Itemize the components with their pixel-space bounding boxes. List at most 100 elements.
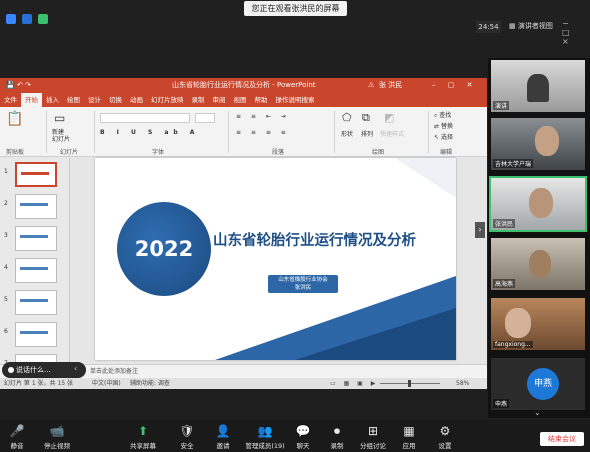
quick-style-button[interactable]: 快速样式 (380, 129, 404, 138)
participant-tile[interactable]: 高海燕 (491, 238, 585, 290)
view-mode-icons[interactable]: ▭ ▦ ▣ ▶ (330, 378, 378, 389)
participant-tile[interactable]: fangxiong... (491, 298, 585, 350)
year-circle: 2022 (117, 202, 211, 296)
arrange-button[interactable]: 排列 (361, 129, 373, 138)
slide-org-name: 山东省橡胶行业协会 (278, 277, 328, 283)
thumbnail-number: 3 (4, 232, 8, 239)
new-slide-icon[interactable]: ▭ (54, 111, 65, 125)
ppt-menu-item[interactable]: 录制 (188, 93, 209, 107)
replace-icon: ⇄ (434, 123, 441, 130)
shape-button[interactable]: 形状 (341, 129, 353, 138)
slide-canvas[interactable]: 2022 山东省轮胎行业运行情况及分析 山东省橡胶行业协会 张洪民 (95, 158, 456, 360)
slide-title: 山东省轮胎行业运行情况及分析 (213, 233, 416, 249)
participant-video-column: 演讲 吉林大学户瑞 张洪民 高海燕 fangxiong... 申燕 申燕 ⌄ (488, 58, 590, 418)
microphone-icon: 🎤 (9, 424, 25, 438)
quick-style-icon[interactable]: ◩ (384, 111, 394, 124)
participant-video (527, 74, 549, 102)
participant-tile[interactable]: 申燕 申燕 (491, 358, 585, 410)
arrange-icon[interactable]: ⧉ (362, 111, 370, 125)
shield-icon[interactable] (22, 14, 32, 24)
meeting-top-bar: 您正在观看张洪民的屏幕 24:54 ▦ 演讲者视图 − □ × (0, 0, 590, 46)
shield-icon: 🛡 (179, 424, 195, 438)
record-button[interactable]: ⏺ 录制 (320, 422, 354, 450)
share-screen-button[interactable]: ⬆ 共享屏幕 (126, 422, 160, 450)
participant-tile[interactable]: 演讲 (491, 60, 585, 112)
group-slides: 幻灯片 (60, 149, 79, 156)
ppt-title-bar: 💾 ↶ ↷ 山东省轮胎行业运行情况及分析 - PowerPoint ⚠ 张 洪民… (0, 78, 487, 93)
ppt-menu-item[interactable]: 视图 (230, 93, 251, 107)
end-meeting-button[interactable]: 结束会议 (540, 432, 584, 446)
chat-button[interactable]: 💬 聊天 (286, 422, 320, 450)
breakout-rooms-button[interactable]: ⊞ 分组讨论 (356, 422, 390, 450)
slide-thumbnail[interactable] (15, 226, 57, 251)
zoom-level[interactable]: 58% (456, 378, 469, 389)
screen-share-banner: 您正在观看张洪民的屏幕 (244, 1, 347, 16)
slide-thumbnail[interactable] (15, 258, 57, 283)
thumbnail-content (21, 172, 49, 175)
slide-thumbnail[interactable] (15, 194, 57, 219)
participant-name: 张洪民 (493, 219, 516, 228)
group-clipboard: 剪贴板 (6, 149, 25, 156)
notes-placeholder: 单击此处添加备注 (90, 368, 139, 375)
slide-thumbnail[interactable] (15, 162, 57, 187)
stop-video-button[interactable]: 📹 停止视频 (40, 422, 74, 450)
ppt-menu-item[interactable]: 文件 (0, 93, 21, 107)
thumbnail-number: 4 (4, 264, 8, 271)
security-button[interactable]: 🛡 安全 (170, 422, 204, 450)
ppt-menu-item[interactable]: 切换 (105, 93, 126, 107)
shape-icon[interactable]: ⬠ (342, 111, 352, 124)
zoom-slider-thumb[interactable] (408, 380, 411, 387)
settings-button[interactable]: ⚙ 设置 (428, 422, 462, 450)
info-icon[interactable] (6, 14, 16, 24)
group-paragraph: 段落 (272, 149, 285, 156)
select-button[interactable]: ↖ 选择 (434, 132, 453, 141)
participants-button[interactable]: 👥 管理成员(19) (242, 422, 288, 450)
language-indicator[interactable]: 中文(中国) (92, 378, 121, 389)
font-family-select[interactable] (100, 113, 190, 123)
participant-video (535, 126, 559, 156)
find-button[interactable]: ⌕ 查找 (434, 110, 451, 120)
font-style-buttons[interactable]: B I U S ab A (100, 129, 199, 136)
ppt-menu-item[interactable]: 动画 (126, 93, 147, 107)
mute-button[interactable]: 🎤 静音 (0, 422, 34, 450)
thumbnail-content (20, 267, 48, 270)
people-icon: 👥 (257, 424, 273, 438)
ppt-menu-item[interactable]: 设计 (84, 93, 105, 107)
apps-button[interactable]: ▦ 应用 (392, 422, 426, 450)
ppt-menu-item[interactable]: 帮助 (251, 93, 272, 107)
slide-thumbnail[interactable] (15, 290, 57, 315)
invite-button[interactable]: 👤 邀请 (206, 422, 240, 450)
next-arrow-button[interactable]: › (475, 222, 485, 238)
slide-org-box: 山东省橡胶行业协会 张洪民 (268, 275, 338, 293)
toolbar-label: 安全 (180, 442, 194, 450)
add-person-icon: 👤 (215, 424, 231, 438)
ppt-menu-item[interactable]: 操作说明搜索 (272, 93, 319, 107)
new-slide-button[interactable]: 新建 幻灯片 (52, 129, 70, 143)
scroll-down-icon[interactable]: ⌄ (534, 408, 541, 417)
participant-tile[interactable]: 吉林大学户瑞 (491, 118, 585, 170)
collapse-left-icon[interactable]: ‹ (74, 364, 77, 373)
ppt-menu-item[interactable]: 绘图 (63, 93, 84, 107)
participant-name: fangxiong... (493, 341, 533, 348)
ppt-menu-item[interactable]: 开始 (21, 93, 42, 107)
window-controls[interactable]: − □ × (562, 19, 590, 46)
slide-thumbnail[interactable] (15, 322, 57, 347)
ppt-menu-item[interactable]: 审阅 (209, 93, 230, 107)
speaker-view-toggle[interactable]: ▦ 演讲者视图 (509, 19, 557, 33)
toolbar-label: 邀请 (216, 442, 230, 450)
quick-access-icons[interactable]: 💾 ↶ ↷ (6, 78, 31, 93)
ppt-menu-item[interactable]: 插入 (42, 93, 63, 107)
paragraph-align-buttons[interactable]: ≡ ≡ ≡ ≡ (236, 129, 290, 136)
ppt-window-controls[interactable]: – ▢ ✕ (432, 78, 477, 93)
participant-video (529, 250, 551, 278)
font-size-select[interactable] (195, 113, 215, 123)
paste-icon[interactable]: 📋 (6, 111, 23, 127)
signal-icon[interactable] (38, 14, 48, 24)
participant-video (529, 188, 553, 218)
accessibility-status[interactable]: 辅助功能: 调查 (130, 378, 170, 389)
replace-button[interactable]: ⇄ 替换 (434, 121, 453, 130)
participant-name: 演讲 (493, 101, 510, 110)
paragraph-list-buttons[interactable]: ≡ ≡ ⇤ ⇥ (236, 113, 290, 120)
ppt-menu-item[interactable]: 幻灯片放映 (147, 93, 188, 107)
participant-tile-active[interactable]: 张洪民 (489, 176, 587, 232)
